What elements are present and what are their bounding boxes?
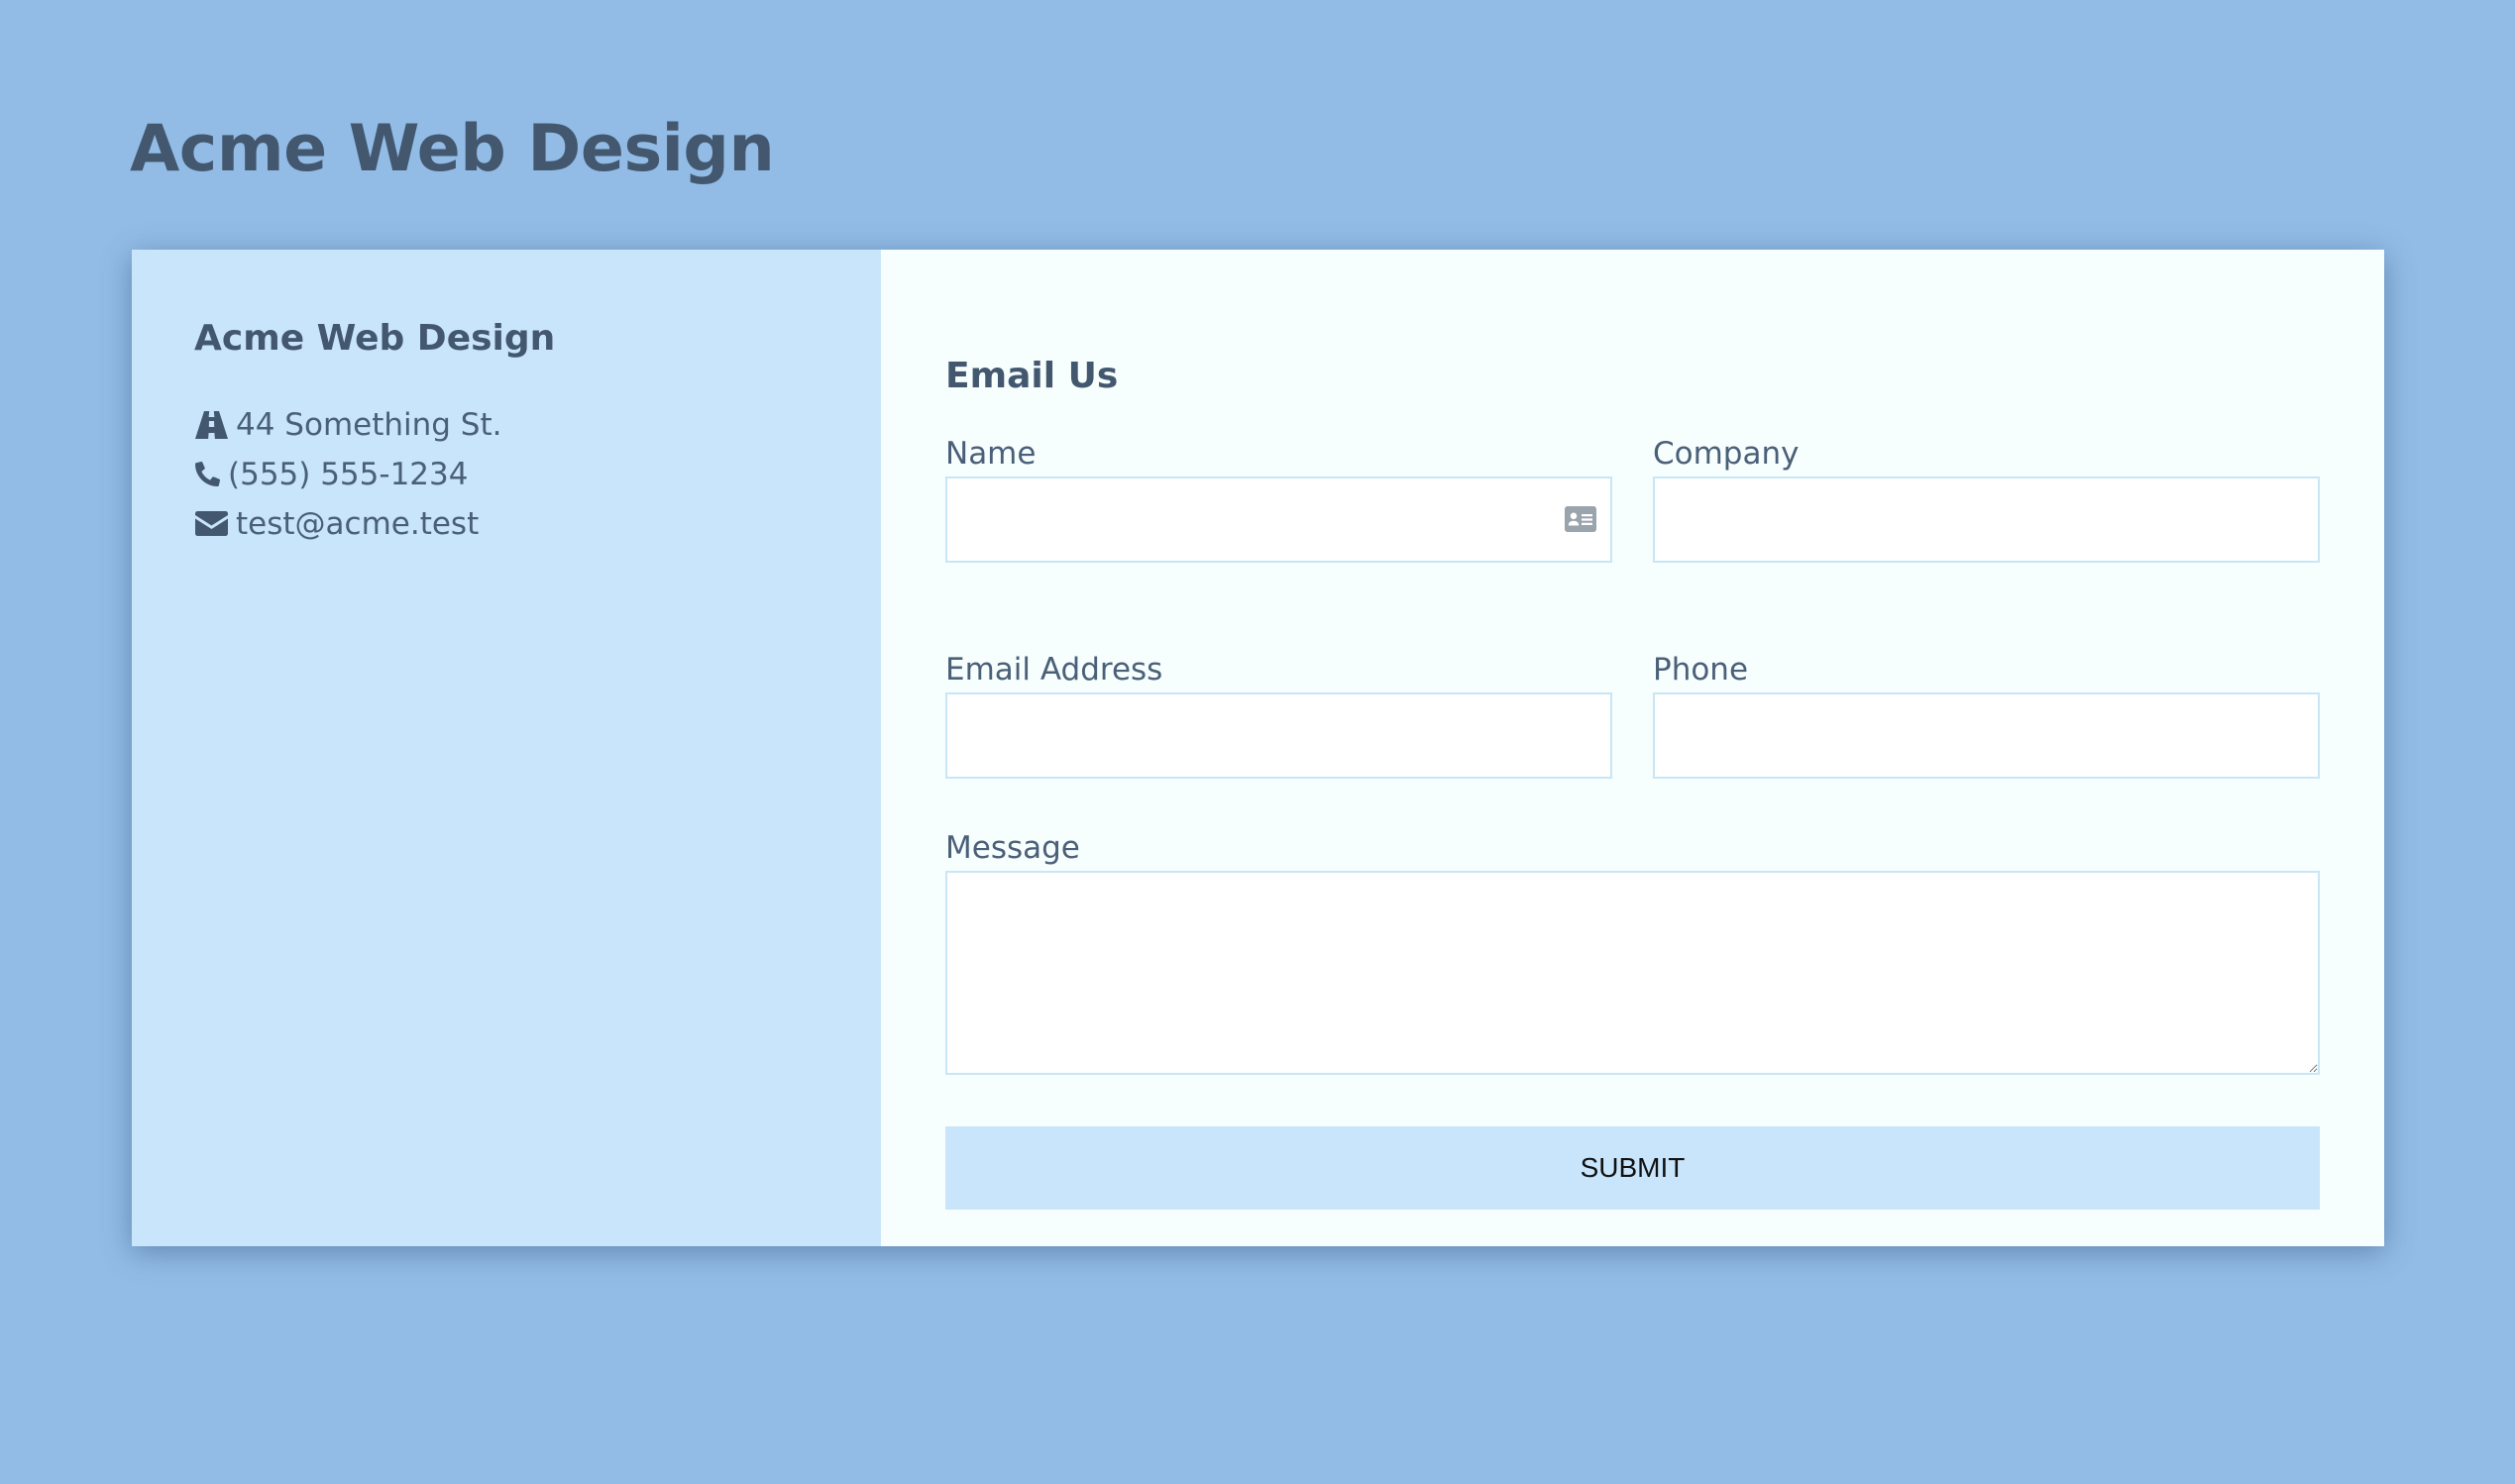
message-field-group: Message	[945, 830, 2320, 1075]
email-form-panel: Email Us Name Company Email Address Phon…	[881, 250, 2384, 1246]
contact-form: Name Company Email Address Phone Message…	[945, 436, 2320, 1210]
contact-list: 44 Something St. (555) 555-1234 test@acm…	[194, 400, 881, 549]
email-field-group: Email Address	[945, 652, 1612, 779]
name-field-group: Name	[945, 436, 1612, 563]
phone-label: Phone	[1653, 651, 1749, 688]
address-item: 44 Something St.	[194, 400, 881, 450]
email-input[interactable]	[945, 691, 1612, 779]
email-label: Email Address	[945, 651, 1163, 688]
email-item: test@acme.test	[194, 499, 881, 549]
message-label: Message	[945, 829, 1080, 866]
company-field-group: Company	[1653, 436, 2320, 563]
company-name: Acme Web Design	[194, 318, 556, 359]
phone-icon	[194, 462, 220, 487]
name-input-wrap	[945, 476, 1612, 563]
phone-field-group: Phone	[1653, 652, 2320, 779]
form-title: Email Us	[945, 356, 1119, 396]
submit-button[interactable]: SUBMIT	[945, 1125, 2320, 1210]
contact-card-icon[interactable]	[1565, 506, 1596, 533]
submit-row: SUBMIT	[945, 1125, 2320, 1210]
company-input[interactable]	[1653, 476, 2320, 563]
envelope-icon	[194, 511, 228, 537]
phone-text: (555) 555-1234	[228, 456, 469, 492]
name-label: Name	[945, 435, 1037, 472]
phone-input[interactable]	[1653, 691, 2320, 779]
contact-info-panel: Acme Web Design 44 Something St. (555) 5…	[132, 250, 881, 1246]
message-textarea[interactable]	[945, 870, 2320, 1075]
email-text: test@acme.test	[236, 505, 480, 542]
name-input[interactable]	[945, 476, 1612, 563]
address-text: 44 Something St.	[236, 406, 502, 443]
phone-item: (555) 555-1234	[194, 450, 881, 499]
road-icon	[194, 410, 228, 439]
page-title: Acme Web Design	[130, 112, 775, 186]
company-label: Company	[1653, 435, 1800, 472]
contact-card: Acme Web Design 44 Something St. (555) 5…	[132, 250, 2384, 1246]
